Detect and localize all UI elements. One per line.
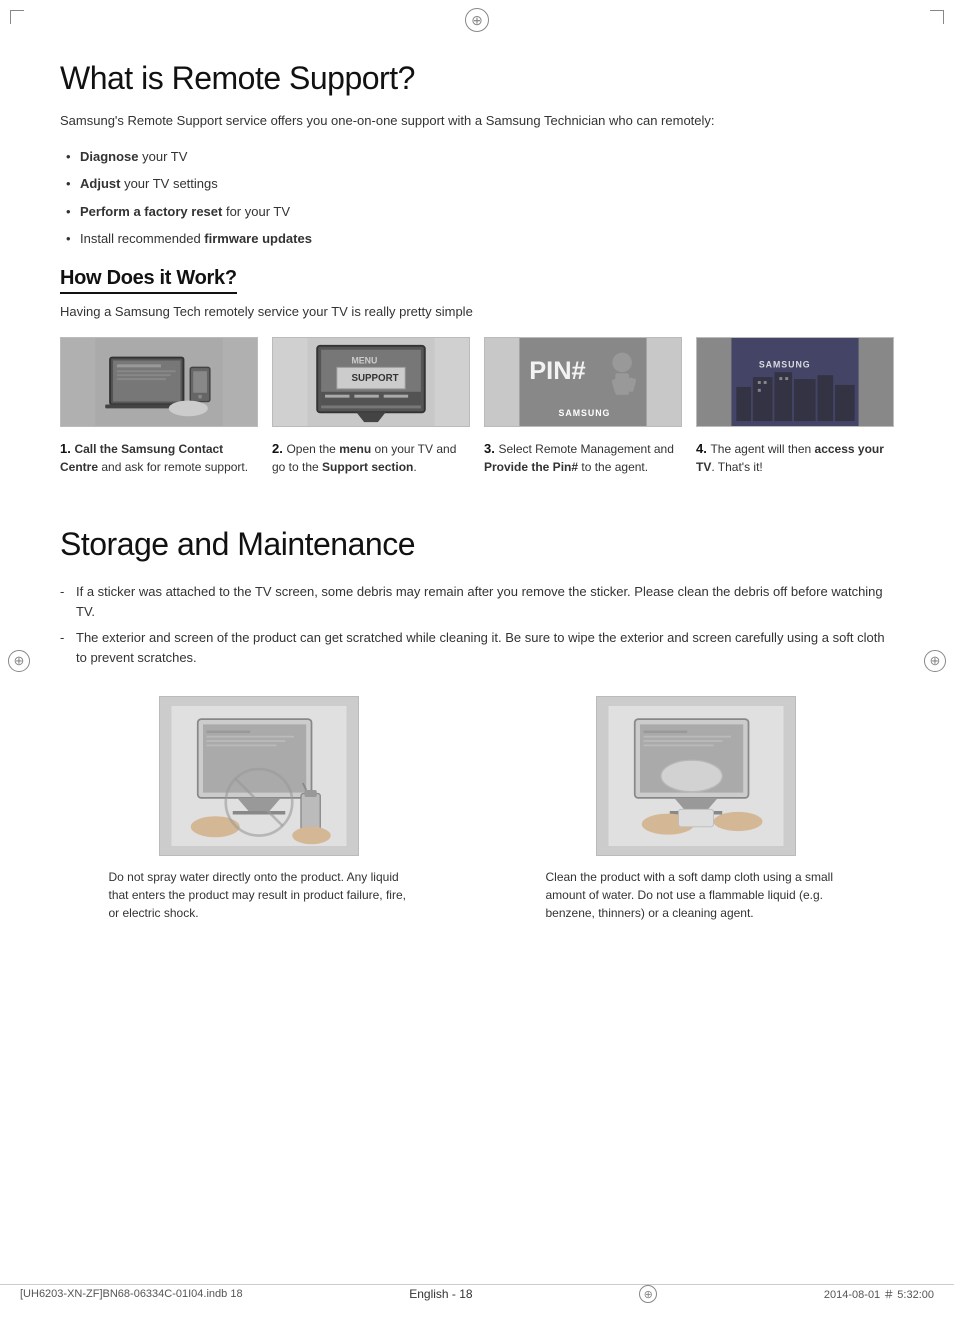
how-does-it-work-subtitle: Having a Samsung Tech remotely service y… [60, 304, 894, 319]
bullet-diagnose-bold: Diagnose [80, 149, 139, 164]
corner-mark-tr [930, 10, 944, 24]
storage-image-2 [596, 696, 796, 856]
storage-image-block-2: Clean the product with a soft damp cloth… [497, 696, 894, 922]
storage-bullet-2: The exterior and screen of the product c… [60, 625, 894, 671]
remote-support-title: What is Remote Support? [60, 60, 894, 97]
step-4-image: SAMSUNG [696, 337, 894, 427]
step-3-image: PIN# SAMSUNG [484, 337, 682, 427]
step-4: SAMSUNG 4. The agent will then access yo… [696, 337, 894, 477]
footer-right-text: 2014-08-01 ＃ 5:32:00 [824, 1286, 934, 1302]
footer-center-text: English - 18 [409, 1287, 472, 1301]
svg-text:SUPPORT: SUPPORT [351, 373, 398, 384]
step-4-desc: 4. The agent will then access your TV. T… [696, 439, 894, 477]
right-compass-icon: ⊕ [924, 650, 946, 672]
remote-support-bullets: Diagnose your TV Adjust your TV settings… [60, 143, 894, 253]
storage-title: Storage and Maintenance [60, 526, 894, 563]
bullet-factory-reset: Perform a factory reset for your TV [60, 198, 894, 226]
svg-text:SAMSUNG: SAMSUNG [759, 359, 811, 369]
bullet-adjust-bold: Adjust [80, 176, 120, 191]
step-2: MENU SUPPORT 2. Open [272, 337, 470, 477]
storage-images-row: Do not spray water directly onto the pro… [60, 696, 894, 922]
svg-text:SAMSUNG: SAMSUNG [559, 408, 611, 418]
bullet-firmware-bold: firmware updates [204, 231, 312, 246]
step-2-number: 2. [272, 441, 286, 456]
step-3-bold-pin: Provide the Pin# [484, 460, 578, 474]
storage-caption-2: Clean the product with a soft damp cloth… [546, 868, 846, 922]
storage-illustration-1 [169, 706, 349, 846]
step-1-bold: Call the Samsung Contact Centre [60, 442, 223, 475]
step-3-number: 3. [484, 441, 498, 456]
top-compass-icon: ⊕ [465, 8, 489, 32]
step-2-bold-support: Support section [322, 460, 413, 474]
step-3: PIN# SAMSUNG 3. Select Remote Management… [484, 337, 682, 477]
step-2-bold-menu: menu [339, 442, 371, 456]
steps-grid: 1. Call the Samsung Contact Centre and a… [60, 337, 894, 477]
bullet-adjust: Adjust your TV settings [60, 170, 894, 198]
storage-section: Storage and Maintenance If a sticker was… [60, 526, 894, 922]
step-2-image: MENU SUPPORT [272, 337, 470, 427]
how-does-it-work-title: How Does it Work? [60, 267, 237, 294]
storage-image-1 [159, 696, 359, 856]
step-1-illustration [61, 338, 257, 426]
storage-caption-1: Do not spray water directly onto the pro… [109, 868, 409, 922]
storage-image-block-1: Do not spray water directly onto the pro… [60, 696, 457, 922]
step-1: 1. Call the Samsung Contact Centre and a… [60, 337, 258, 477]
remote-support-section: What is Remote Support? Samsung's Remote… [60, 60, 894, 516]
step-1-number: 1. [60, 441, 74, 456]
remote-support-intro: Samsung's Remote Support service offers … [60, 111, 894, 131]
step-4-illustration: SAMSUNG [697, 338, 893, 426]
bullet-firmware: Install recommended firmware updates [60, 225, 894, 253]
storage-bullets: If a sticker was attached to the TV scre… [60, 579, 894, 672]
step-4-number: 4. [696, 441, 710, 456]
page-wrapper: ⊕ ⊕ ⊕ What is Remote Support? Samsung's … [0, 0, 954, 1321]
svg-text:MENU: MENU [351, 355, 377, 365]
storage-bullet-1: If a sticker was attached to the TV scre… [60, 579, 894, 625]
bullet-factory-reset-bold: Perform a factory reset [80, 204, 222, 219]
left-compass-icon: ⊕ [8, 650, 30, 672]
step-3-illustration: PIN# SAMSUNG [485, 338, 681, 426]
step-3-desc: 3. Select Remote Management and Provide … [484, 439, 682, 477]
step-4-bold-access: access your TV [696, 442, 884, 475]
footer-left-text: [UH6203-XN-ZF]BN68-06334C-01I04.indb 18 [20, 1288, 243, 1300]
bullet-diagnose: Diagnose your TV [60, 143, 894, 171]
svg-text:PIN#: PIN# [529, 357, 585, 385]
corner-mark-tl [10, 10, 24, 24]
step-1-image [60, 337, 258, 427]
step-2-illustration: MENU SUPPORT [273, 338, 469, 426]
page-footer: [UH6203-XN-ZF]BN68-06334C-01I04.indb 18 … [0, 1284, 954, 1303]
step-1-desc: 1. Call the Samsung Contact Centre and a… [60, 439, 258, 477]
storage-illustration-2 [606, 706, 786, 846]
step-2-desc: 2. Open the menu on your TV and go to th… [272, 439, 470, 477]
footer-compass-icon: ⊕ [639, 1285, 657, 1303]
